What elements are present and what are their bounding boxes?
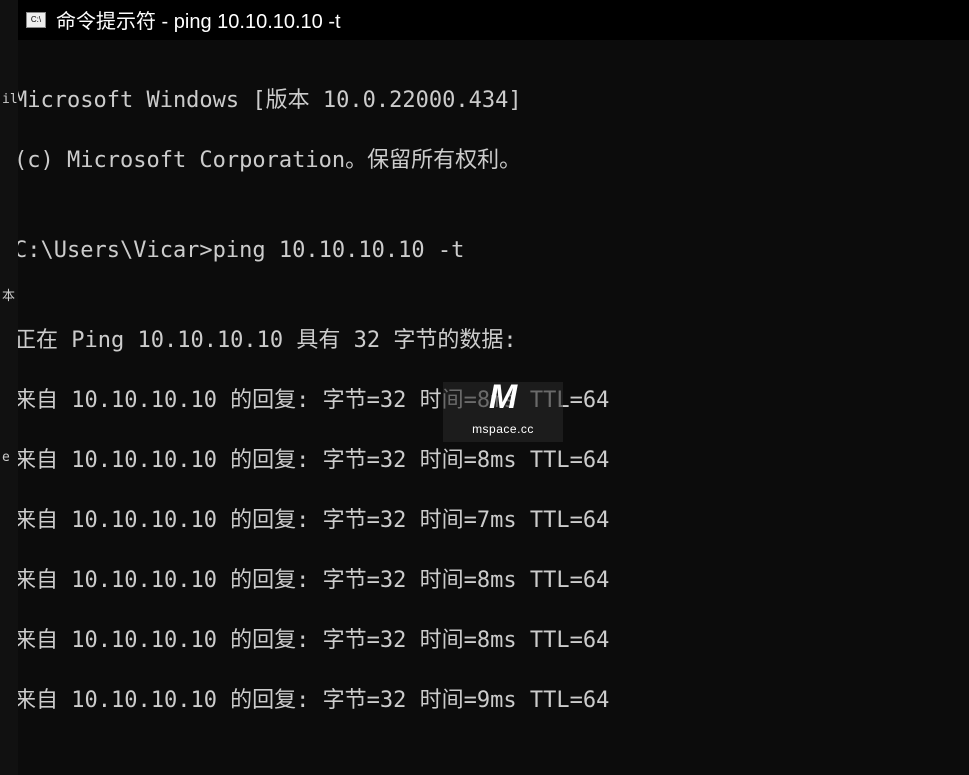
terminal-line-reply: 来自 10.10.10.10 的回复: 字节=32 时间=7ms TTL=64 bbox=[18, 506, 969, 536]
terminal-area[interactable]: Microsoft Windows [版本 10.0.22000.434] (c… bbox=[18, 40, 969, 775]
terminal-line-ping-header: 正在 Ping 10.10.10.10 具有 32 字节的数据: bbox=[18, 326, 969, 356]
background-edge: il 本 e bbox=[0, 0, 18, 775]
terminal-line-version: Microsoft Windows [版本 10.0.22000.434] bbox=[18, 86, 969, 116]
watermark-text: mspace.cc bbox=[472, 414, 534, 444]
edge-text-fragment: e bbox=[2, 450, 10, 465]
cmd-icon bbox=[26, 12, 46, 28]
window-title: 命令提示符 - ping 10.10.10.10 -t bbox=[56, 5, 341, 34]
titlebar[interactable]: 命令提示符 - ping 10.10.10.10 -t bbox=[18, 0, 969, 40]
terminal-line-copyright: (c) Microsoft Corporation。保留所有权利。 bbox=[18, 146, 969, 176]
terminal-line-reply: 来自 10.10.10.10 的回复: 字节=32 时间=8ms TTL=64 bbox=[18, 386, 969, 416]
edge-text-fragment: 本 bbox=[2, 285, 15, 304]
terminal-line-reply: 来自 10.10.10.10 的回复: 字节=32 时间=8ms TTL=64 bbox=[18, 626, 969, 656]
cmd-window: 命令提示符 - ping 10.10.10.10 -t Microsoft Wi… bbox=[18, 0, 969, 775]
terminal-line-prompt: C:\Users\Vicar>ping 10.10.10.10 -t bbox=[18, 236, 969, 266]
terminal-line-reply: 来自 10.10.10.10 的回复: 字节=32 时间=8ms TTL=64 bbox=[18, 566, 969, 596]
terminal-line-reply: 来自 10.10.10.10 的回复: 字节=32 时间=9ms TTL=64 bbox=[18, 686, 969, 716]
terminal-line-reply: 来自 10.10.10.10 的回复: 字节=32 时间=8ms TTL=64 bbox=[18, 446, 969, 476]
edge-text-fragment: il bbox=[2, 92, 18, 107]
